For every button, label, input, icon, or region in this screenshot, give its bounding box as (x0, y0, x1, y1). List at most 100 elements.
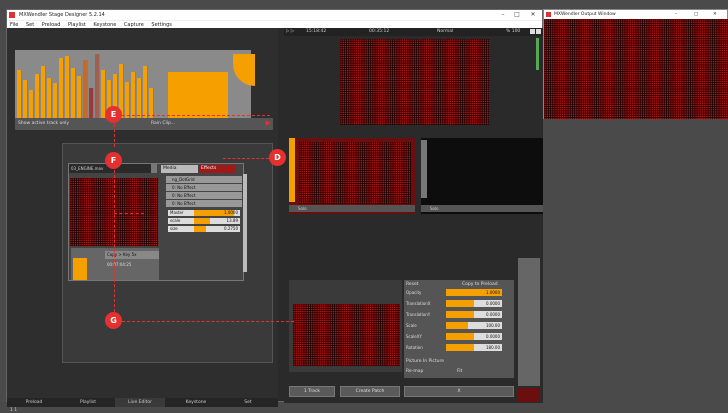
output-window: MXWendler Output Window – □ ✕ (543, 9, 728, 119)
property-row[interactable]: TranslationY 0.0000 (404, 311, 504, 318)
effect-slot-label: 0: No Effect (172, 193, 196, 198)
clip-bar[interactable] (143, 66, 148, 118)
effect-slot-label: ng_DotGrid (172, 177, 195, 182)
create-patch-button[interactable]: Create Patch (340, 386, 400, 397)
effect-slot-1[interactable]: ng_DotGrid (166, 176, 242, 183)
clip-thumbnail[interactable]: Copy > Key 5x 00:07:04:25 (71, 248, 159, 280)
effect-slot-3[interactable]: 0: No Effect (166, 192, 242, 199)
property-label: Opacity (406, 290, 422, 295)
master-slider[interactable]: Master 1.0000 (168, 210, 240, 216)
mini-preview (518, 388, 540, 402)
annotation-g: G (105, 312, 122, 329)
status-text: 1 1 (10, 408, 18, 413)
tab-effects[interactable]: Effects (199, 165, 236, 173)
play-icon[interactable]: ▷ ▷ (286, 28, 294, 36)
property-slider[interactable]: 0.0000 (446, 311, 502, 318)
node-close-icon[interactable] (151, 164, 157, 173)
property-row[interactable]: ScaleXY 0.0000 (404, 333, 504, 340)
property-label: Rotation (406, 345, 423, 350)
scale-slider[interactable]: scale 13.89 (168, 218, 240, 224)
remap-mode[interactable]: Fit (457, 369, 462, 374)
reset-button[interactable]: Reset (406, 282, 419, 287)
size-slider[interactable]: size 0.2750 (168, 226, 240, 232)
clip-bar[interactable] (59, 58, 64, 118)
tab-preload[interactable]: Preload (9, 398, 59, 407)
level-meter (536, 38, 539, 70)
active-track-bar[interactable]: Show active track only Rain Clip... ▶ (15, 118, 273, 130)
minimize-icon[interactable]: – (496, 10, 510, 20)
patch-preview-panel (289, 280, 402, 372)
tab-set[interactable]: Set (223, 398, 273, 407)
track-button[interactable]: 1 Track (289, 386, 335, 397)
effect-slot-2[interactable]: 0: No Effect (166, 184, 242, 191)
minimize-icon[interactable]: – (675, 10, 677, 19)
clip-bar[interactable] (83, 60, 88, 118)
clip-bar[interactable] (77, 76, 82, 118)
property-slider[interactable]: 180.00 (446, 344, 502, 351)
property-row[interactable]: Scale 100.00 (404, 322, 504, 329)
layer-b[interactable]: Solo (421, 138, 543, 214)
clip-bar[interactable] (23, 80, 28, 118)
close-icon[interactable]: ✕ (526, 10, 540, 20)
property-row[interactable]: Opacity 1.0000 (404, 289, 504, 296)
patch-preview (293, 304, 400, 366)
thumbnail-fill (73, 258, 87, 280)
copy-preload-button[interactable]: Copy to Preload (462, 282, 498, 287)
maximize-icon[interactable]: □ (694, 10, 698, 19)
property-value: 0.0000 (486, 334, 500, 339)
clip-bar[interactable] (137, 78, 142, 118)
remap-label: Re-map (406, 369, 424, 374)
clip-bar[interactable] (131, 72, 136, 118)
x-button[interactable]: X (404, 386, 514, 397)
effect-slot-label: 0: No Effect (172, 201, 196, 206)
clip-bar[interactable] (149, 88, 154, 118)
clip-bank[interactable] (15, 50, 255, 118)
scrollbar[interactable] (243, 174, 247, 272)
clip-bar[interactable] (65, 56, 70, 118)
property-label: TranslationY (406, 312, 431, 317)
tab-playlist[interactable]: Playlist (63, 398, 113, 407)
clip-bar[interactable] (71, 68, 76, 118)
tab-live-editor[interactable]: Live Editor (115, 398, 165, 407)
property-fill (446, 344, 474, 351)
clip-bar[interactable] (125, 82, 130, 118)
clip-bar[interactable] (41, 66, 46, 118)
clip-bar[interactable] (29, 90, 34, 118)
tab-media[interactable]: Media (161, 165, 198, 173)
annotation-f: F (105, 152, 122, 169)
time-mid: 00:35:12 (369, 29, 390, 34)
slider-value: 13.89 (226, 218, 238, 223)
property-slider[interactable]: 100.00 (446, 322, 502, 329)
tab-keystone[interactable]: Keystone (171, 398, 221, 407)
layer-a[interactable]: Solo (289, 138, 415, 214)
menu-bar: File Set Preload Playlist Keystone Captu… (7, 20, 542, 28)
time-left: 15:18:42 (306, 29, 327, 34)
layer-b-level (421, 140, 427, 198)
property-slider[interactable]: 0.0000 (446, 300, 502, 307)
window-title: MXWendler Stage Designer 5.2.14 (19, 12, 105, 18)
effect-slot-label: 0: No Effect (172, 185, 196, 190)
selected-clip-block[interactable] (168, 72, 228, 118)
property-row[interactable]: TranslationX 0.0000 (404, 300, 504, 307)
clip-bar[interactable] (47, 78, 52, 118)
effect-slot-4[interactable]: 0: No Effect (166, 200, 242, 207)
clip-bar[interactable] (89, 88, 94, 118)
property-label: ScaleXY (406, 334, 422, 339)
layer-b-label: Solo (421, 205, 543, 212)
property-row[interactable]: Rotation 180.00 (404, 344, 504, 351)
remove-icon[interactable] (536, 29, 541, 34)
maximize-icon[interactable]: □ (510, 10, 524, 20)
property-slider[interactable]: 0.0000 (446, 333, 502, 340)
slider-fill (194, 226, 206, 232)
annotation-line (114, 213, 144, 214)
clip-bar[interactable] (17, 70, 22, 118)
side-buttons[interactable] (518, 258, 540, 386)
property-value: 180.00 (486, 345, 500, 350)
add-icon[interactable] (530, 29, 535, 34)
clip-bar[interactable] (53, 83, 58, 118)
clip-bar[interactable] (35, 74, 40, 118)
close-icon[interactable]: ✕ (713, 10, 717, 19)
property-slider[interactable]: 1.0000 (446, 289, 502, 296)
clip-bar[interactable] (95, 54, 100, 118)
property-value: 100.00 (486, 323, 500, 328)
